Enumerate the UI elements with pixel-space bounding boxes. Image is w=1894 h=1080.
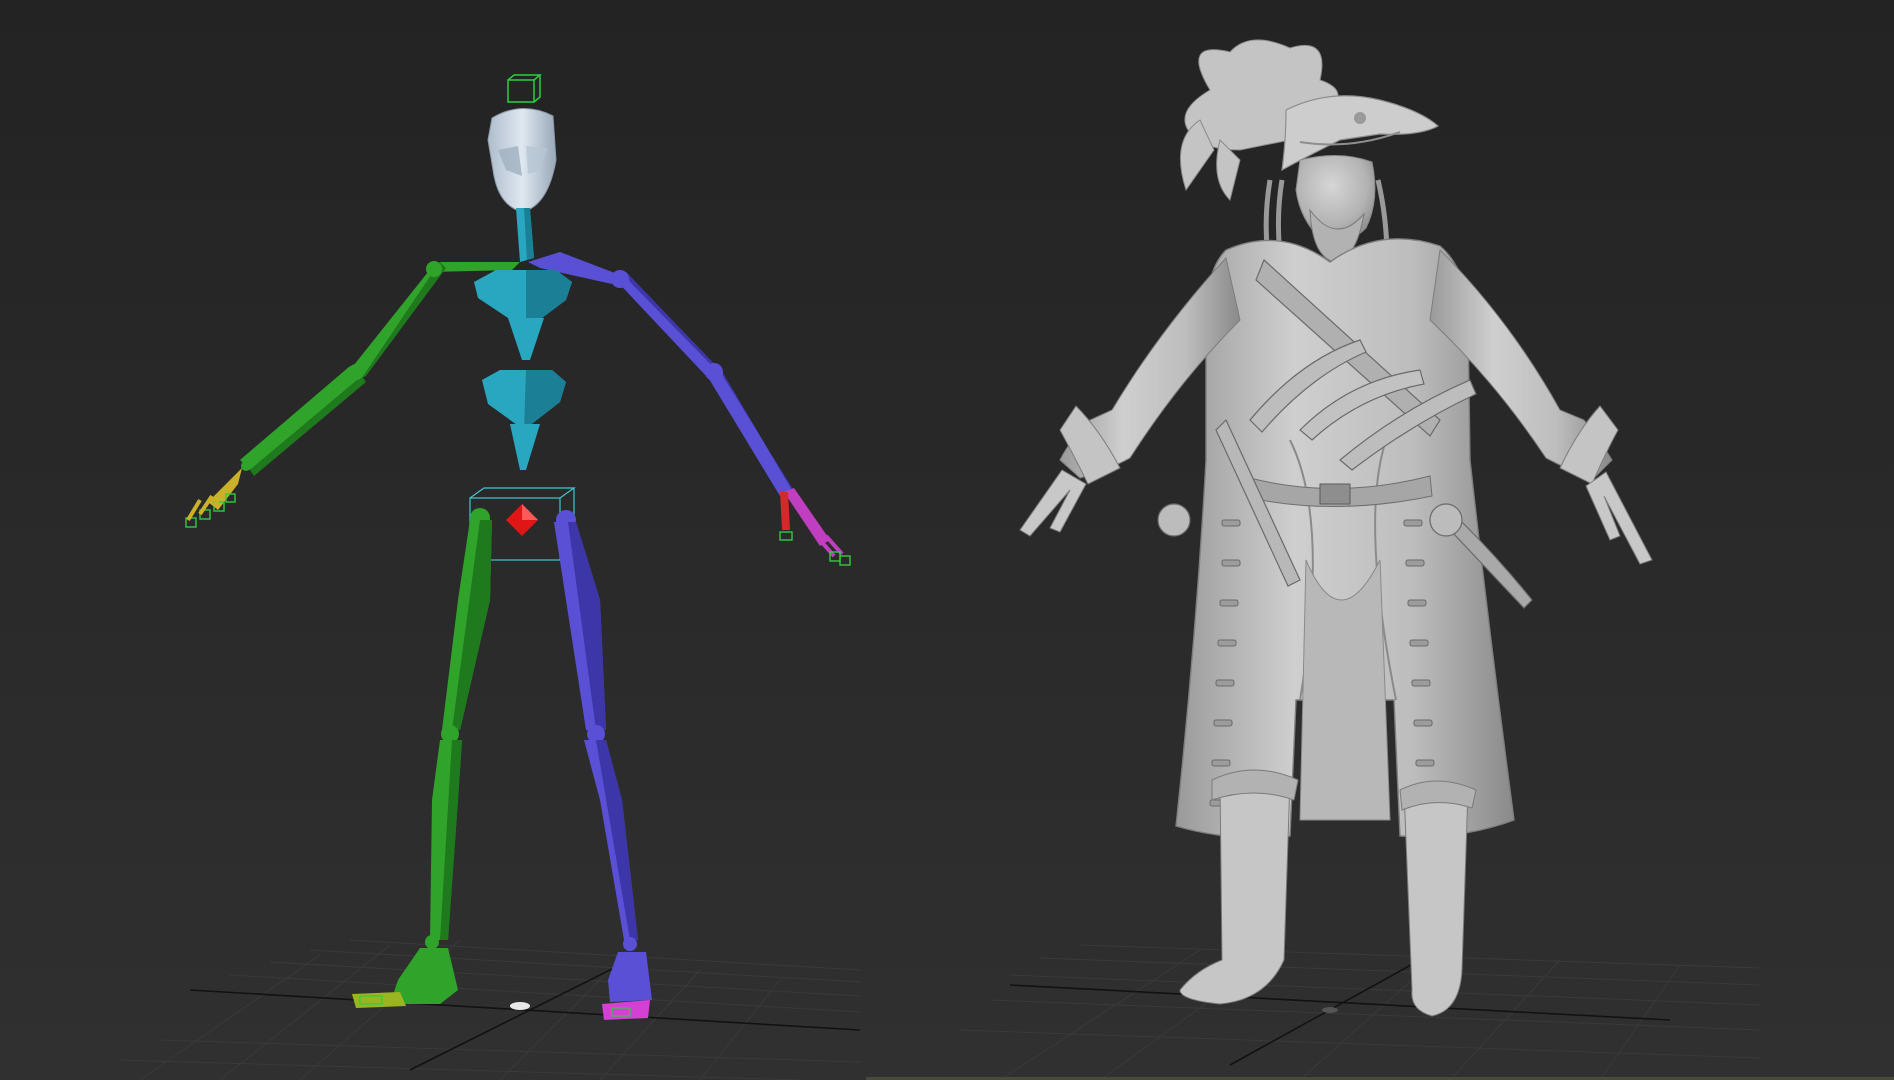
rig-origin (510, 1002, 530, 1010)
sculpt-origin (1322, 1007, 1338, 1013)
viewport-area[interactable] (0, 0, 1894, 1080)
viewport-canvas[interactable] (0, 0, 1894, 1080)
